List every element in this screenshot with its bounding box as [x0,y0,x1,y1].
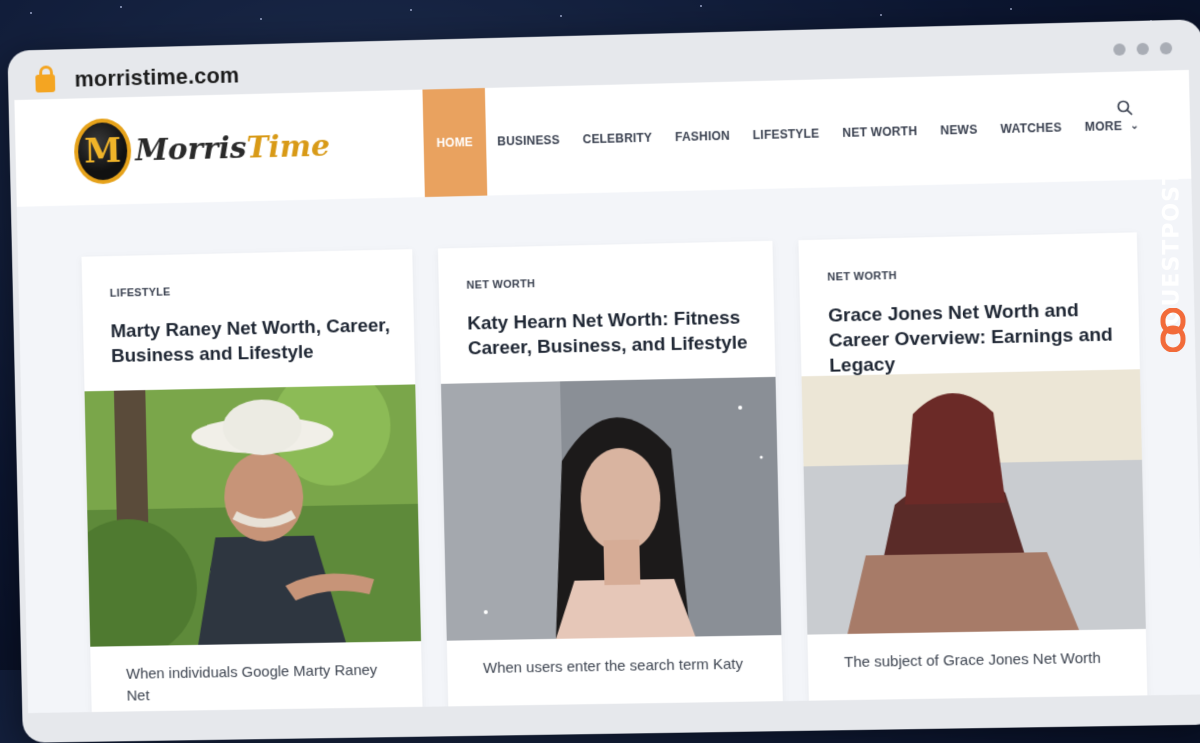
nav-more-label: MORE [1084,118,1123,134]
card-category[interactable]: NET WORTH [827,270,897,284]
logo-word-time: Time [246,128,331,166]
card-title[interactable]: Marty Raney Net Worth, Career, Business … [110,313,397,369]
window-dot[interactable] [1159,42,1173,55]
card-image[interactable] [440,376,782,641]
nav-more[interactable]: MORE ⌄ [1072,71,1152,182]
card-image[interactable] [801,369,1146,635]
search-icon[interactable] [1117,100,1134,117]
nav-home[interactable]: HOME [422,87,488,198]
card-title[interactable]: Katy Hearn Net Worth: Fitness Career, Bu… [467,305,757,361]
lock-icon [35,74,56,93]
nav-business[interactable]: BUSINESS [485,86,573,196]
url-text[interactable]: morristime.com [74,63,239,93]
card-excerpt: The subject of Grace Jones Net Worth [843,649,1101,672]
card-excerpt: When individuals Google Marty Raney Net [125,661,378,705]
watermark-text: GUESTPOSTLINKS [1159,90,1185,326]
nav-celebrity[interactable]: CELEBRITY [570,83,665,193]
article-card[interactable]: NET WORTH Katy Hearn Net Worth: Fitness … [437,240,784,714]
card-category[interactable]: LIFESTYLE [110,286,171,299]
guestpostlinks-watermark: GUESTPOSTLINKS [1150,58,1194,358]
logo-word-morris: Morris [134,130,247,168]
article-card[interactable]: NET WORTH Grace Jones Net Worth and Care… [798,232,1148,711]
nav-net-worth[interactable]: NET WORTH [830,77,930,188]
nav-lifestyle[interactable]: LIFESTYLE [740,79,832,189]
nav-watches[interactable]: WATCHES [988,73,1075,184]
page-viewport: M MorrisTime HOME BUSINESS CELEBRITY FAS… [14,69,1200,714]
chevron-down-icon: ⌄ [1130,120,1140,132]
browser-window: morristime.com M MorrisTime HOME BUSINES… [3,0,1200,743]
nav-news[interactable]: NEWS [928,75,991,185]
nav-fashion[interactable]: FASHION [662,81,742,191]
logo-badge: M [73,117,133,185]
link-icon [1160,308,1186,352]
logo-wordmark: MorrisTime [135,128,330,168]
card-image[interactable] [84,384,422,647]
card-excerpt: When users enter the search term Katy [482,655,744,677]
main-nav: HOME BUSINESS CELEBRITY FASHION LIFESTYL… [422,71,1152,198]
card-category[interactable]: NET WORTH [466,278,535,292]
logo-mark: M [83,131,122,172]
article-card[interactable]: LIFESTYLE Marty Raney Net Worth, Career,… [81,249,423,714]
site-logo[interactable]: M MorrisTime [73,110,330,188]
card-title[interactable]: Grace Jones Net Worth and Career Overvie… [828,297,1122,379]
